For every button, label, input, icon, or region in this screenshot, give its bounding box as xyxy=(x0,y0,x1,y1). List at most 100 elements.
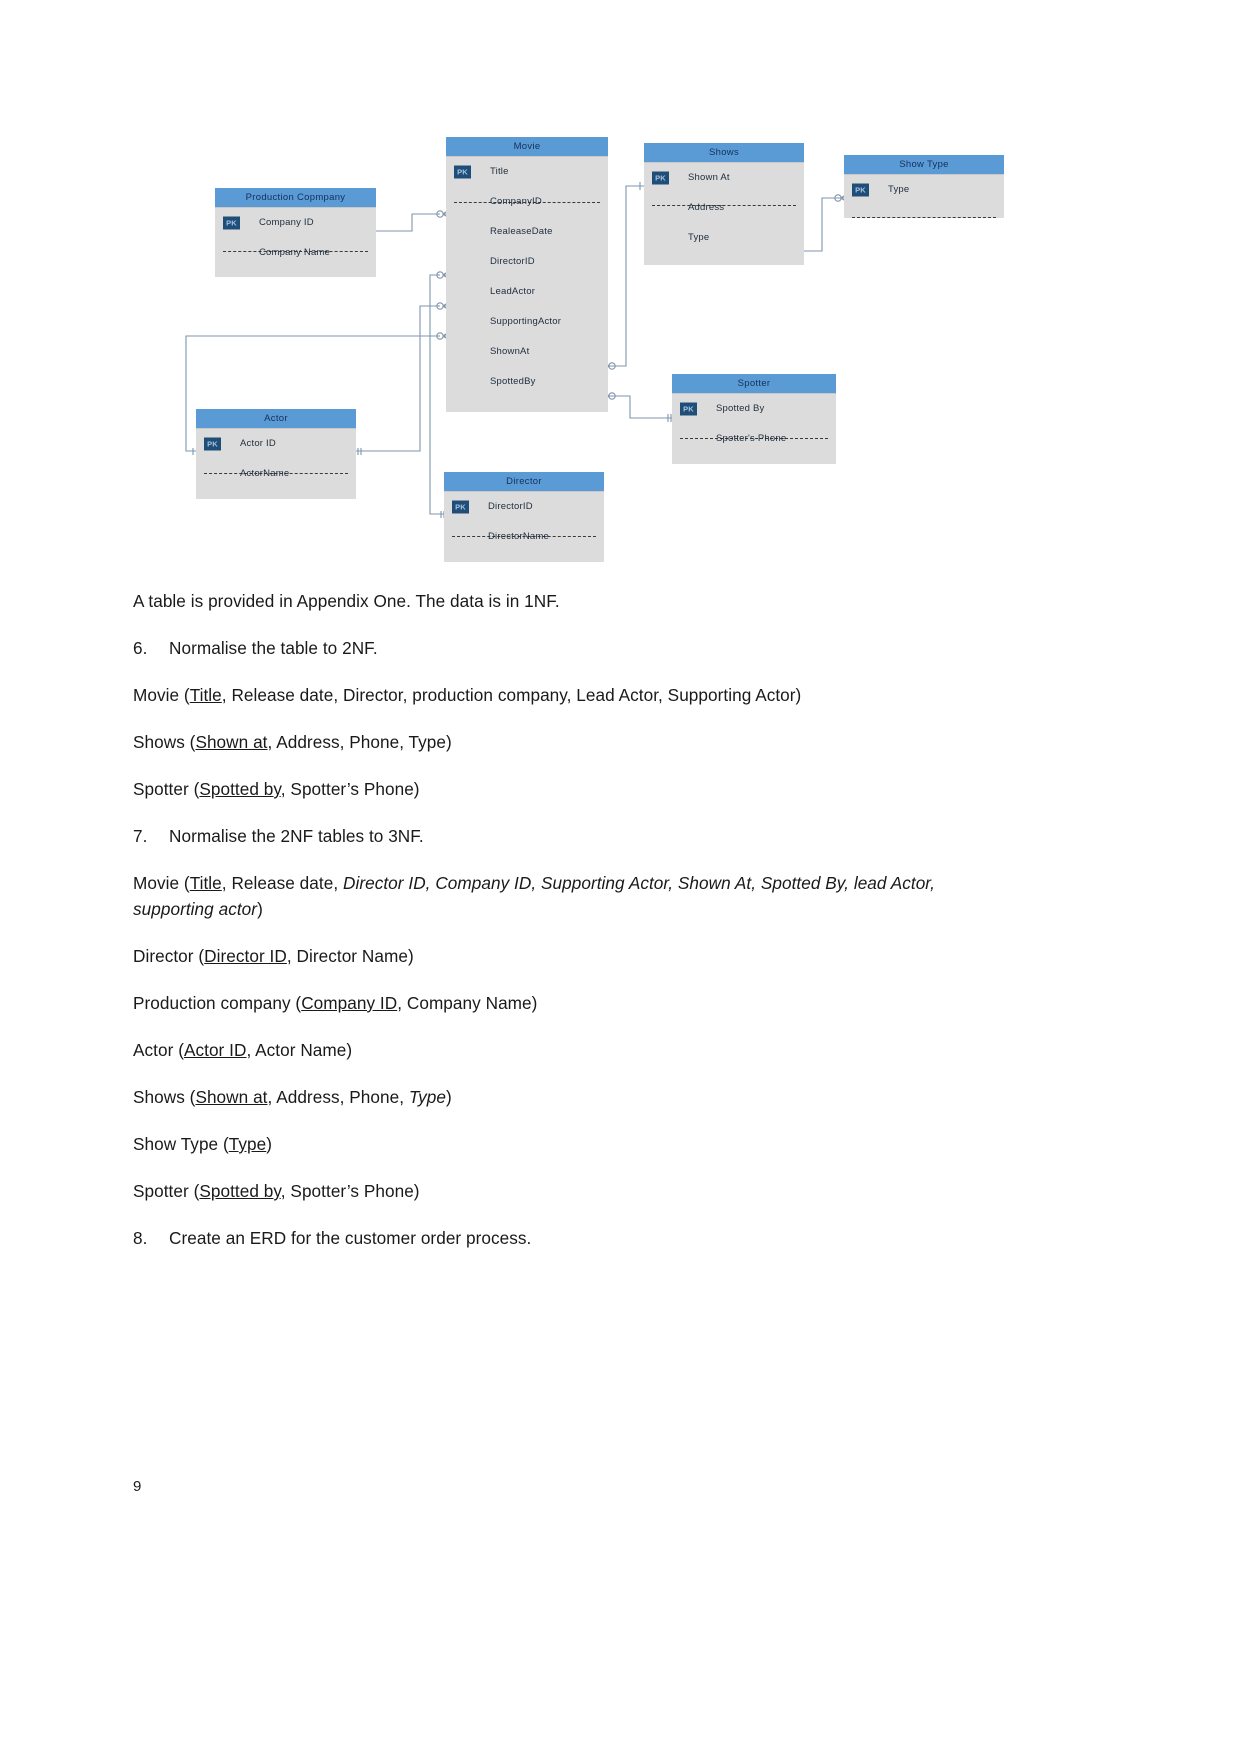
question-8: 8. Create an ERD for the customer order p… xyxy=(133,1225,1013,1251)
relation-prefix: Director ( xyxy=(133,946,205,966)
pk-badge-icon: PK xyxy=(652,171,669,185)
attribute-label: Type xyxy=(888,184,910,196)
relation-rest: , Address, Phone, Type) xyxy=(267,732,452,752)
attribute-label: Company ID xyxy=(259,217,314,229)
pk-badge-icon: PK xyxy=(852,183,869,197)
question-6: 6. Normalise the table to 2NF. xyxy=(133,635,1013,661)
question-8-number: 8. xyxy=(133,1228,148,1248)
relation-key: Company ID xyxy=(301,993,398,1013)
relation-key: Director ID xyxy=(204,946,287,966)
relation-key: Shown at xyxy=(195,732,268,752)
entity-production-company: Production Copmpany PK Company ID Compan… xyxy=(215,188,376,277)
relation-2nf-spotter: Spotter (Spotted by, Spotter’s Phone) xyxy=(133,776,1013,802)
attribute-label: LeadActor xyxy=(490,286,536,298)
attribute-label: Actor ID xyxy=(240,438,276,450)
attribute-label: ShownAt xyxy=(490,346,530,358)
entity-attribute-row: PK Actor ID xyxy=(196,429,356,459)
pk-badge-icon: PK xyxy=(223,216,240,230)
relation-prefix: Production company ( xyxy=(133,993,302,1013)
pk-badge-icon: PK xyxy=(452,500,469,514)
relation-mid: , Release date, xyxy=(221,873,343,893)
entity-director: Director PK DirectorID DirectorName xyxy=(444,472,604,562)
relation-3nf-director: Director (Director ID, Director Name) xyxy=(133,943,1013,969)
entity-attribute-row: PK Type xyxy=(844,175,1004,205)
attribute-label: Shown At xyxy=(688,172,730,184)
pk-badge-icon: PK xyxy=(454,165,471,179)
relation-3nf-show-type: Show Type (Type) xyxy=(133,1131,1013,1157)
question-6-text: Normalise the table to 2NF. xyxy=(169,638,378,658)
attribute-label: SupportingActor xyxy=(490,316,562,328)
relation-key: Shown at xyxy=(195,1087,268,1107)
relation-prefix: Actor ( xyxy=(133,1040,184,1060)
entity-attribute-row: LeadActor xyxy=(446,277,608,307)
entity-shows: Shows PK Shown At Address Type xyxy=(644,143,804,265)
entity-attribute-row: SpottedBy xyxy=(446,367,608,397)
relation-rest: , Director Name) xyxy=(286,946,414,966)
entity-title: Spotter xyxy=(672,374,836,394)
entity-attribute-row: DirectorID xyxy=(446,247,608,277)
relation-prefix: Shows ( xyxy=(133,1087,196,1107)
attribute-label: Spotted By xyxy=(716,403,765,415)
entity-movie: Movie PK Title CompanyID RealeaseDate Di… xyxy=(446,137,608,412)
relation-key: Spotted by xyxy=(199,779,281,799)
entity-show-type: Show Type PK Type xyxy=(844,155,1004,218)
entity-attribute-row: Type xyxy=(644,223,804,253)
entity-title: Production Copmpany xyxy=(215,188,376,208)
entity-attribute-row: ShownAt xyxy=(446,337,608,367)
relation-key: Type xyxy=(228,1134,267,1154)
relation-rest: , Spotter’s Phone) xyxy=(280,1181,420,1201)
pk-badge-icon: PK xyxy=(680,402,697,416)
entity-attribute-row: RealeaseDate xyxy=(446,217,608,247)
entity-attribute-row: PK Title xyxy=(446,157,608,187)
attribute-label: ActorName xyxy=(240,468,290,480)
attribute-label: SpottedBy xyxy=(490,376,536,388)
entity-attribute-row: SupportingActor xyxy=(446,307,608,337)
relation-key: Actor ID xyxy=(183,1040,247,1060)
relation-key: Spotted by xyxy=(199,1181,281,1201)
attribute-label: DirectorID xyxy=(490,256,535,268)
attribute-label: Title xyxy=(490,166,509,178)
intro-paragraph: A table is provided in Appendix One. The… xyxy=(133,591,560,611)
relation-mid: , Address, Phone, xyxy=(267,1087,409,1107)
entity-actor: Actor PK Actor ID ActorName xyxy=(196,409,356,499)
relation-prefix: Movie ( xyxy=(133,873,190,893)
entity-title: Movie xyxy=(446,137,608,157)
pk-divider xyxy=(852,217,996,218)
relation-prefix: Show Type ( xyxy=(133,1134,229,1154)
relation-rest: , Release date, Director, production com… xyxy=(221,685,802,705)
entity-attribute-row: PK Company ID xyxy=(215,208,376,238)
relation-rest: , Actor Name) xyxy=(246,1040,353,1060)
question-6-number: 6. xyxy=(133,638,148,658)
pk-badge-icon: PK xyxy=(204,437,221,451)
erd-diagram: Production Copmpany PK Company ID Compan… xyxy=(0,0,1241,580)
attribute-label: Spotter's Phone xyxy=(716,433,787,445)
entity-attribute-row: ActorName xyxy=(196,459,356,489)
relation-2nf-shows: Shows (Shown at, Address, Phone, Type) xyxy=(133,729,1013,755)
attribute-label: DirectorID xyxy=(488,501,533,513)
question-7-number: 7. xyxy=(133,826,148,846)
relation-prefix: Spotter ( xyxy=(133,779,200,799)
attribute-label: Type xyxy=(688,232,710,244)
relation-suffix: ) xyxy=(257,899,263,919)
relation-rest: , Spotter’s Phone) xyxy=(280,779,420,799)
entity-spotter: Spotter PK Spotted By Spotter's Phone xyxy=(672,374,836,464)
question-8-text: Create an ERD for the customer order pro… xyxy=(169,1228,532,1248)
entity-attribute-row: Address xyxy=(644,193,804,223)
question-7-text: Normalise the 2NF tables to 3NF. xyxy=(169,826,424,846)
page-number: 9 xyxy=(133,1478,142,1495)
relation-suffix: ) xyxy=(446,1087,452,1107)
attribute-label: RealeaseDate xyxy=(490,226,553,238)
entity-attribute-row: PK Spotted By xyxy=(672,394,836,424)
attribute-label: Company Name xyxy=(259,247,331,259)
attribute-label: DirectorName xyxy=(488,531,549,543)
relation-2nf-movie: Movie (Title, Release date, Director, pr… xyxy=(133,682,1013,708)
relation-prefix: Movie ( xyxy=(133,685,190,705)
entity-title: Director xyxy=(444,472,604,492)
relation-foreign-keys: Type xyxy=(408,1087,446,1107)
relation-3nf-movie: Movie (Title, Release date, Director ID,… xyxy=(133,870,1013,922)
entity-attribute-row: DirectorName xyxy=(444,522,604,552)
entity-attribute-row: CompanyID xyxy=(446,187,608,217)
relation-prefix: Spotter ( xyxy=(133,1181,200,1201)
entity-attribute-row: PK DirectorID xyxy=(444,492,604,522)
relation-key: Title xyxy=(189,873,222,893)
